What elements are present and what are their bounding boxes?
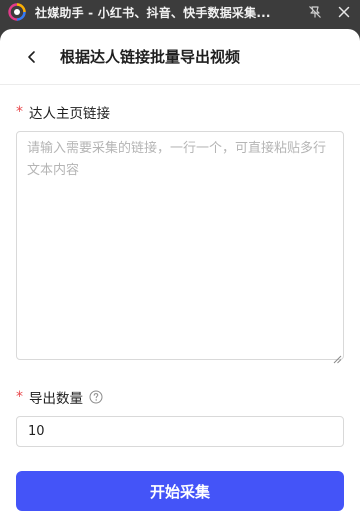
- page-header: 根据达人链接批量导出视频: [0, 29, 360, 85]
- links-textarea[interactable]: [16, 131, 344, 360]
- question-circle-icon[interactable]: [89, 390, 103, 404]
- start-collect-button[interactable]: 开始采集: [16, 471, 344, 511]
- pin-off-icon[interactable]: [305, 2, 325, 22]
- required-mark: *: [16, 389, 23, 405]
- window-titlebar: 社媒助手 - 小红书、抖音、快手数据采集...: [0, 0, 360, 24]
- links-field-label: * 达人主页链接: [16, 102, 110, 122]
- required-mark: *: [16, 104, 23, 120]
- count-label-text: 导出数量: [29, 391, 83, 407]
- main-panel: 根据达人链接批量导出视频 * 达人主页链接 * 导出数量 开始采集: [0, 29, 360, 520]
- back-button[interactable]: [20, 45, 44, 69]
- close-icon[interactable]: [334, 2, 354, 22]
- window-title: 社媒助手 - 小红书、抖音、快手数据采集...: [35, 6, 271, 20]
- chevron-left-icon: [28, 51, 35, 63]
- links-label-text: 达人主页链接: [29, 106, 110, 122]
- count-field-label: * 导出数量: [16, 387, 103, 407]
- resize-handle-icon[interactable]: [333, 349, 342, 364]
- page-title: 根据达人链接批量导出视频: [60, 48, 241, 66]
- count-input[interactable]: [16, 416, 344, 447]
- app-logo-icon: [8, 3, 26, 21]
